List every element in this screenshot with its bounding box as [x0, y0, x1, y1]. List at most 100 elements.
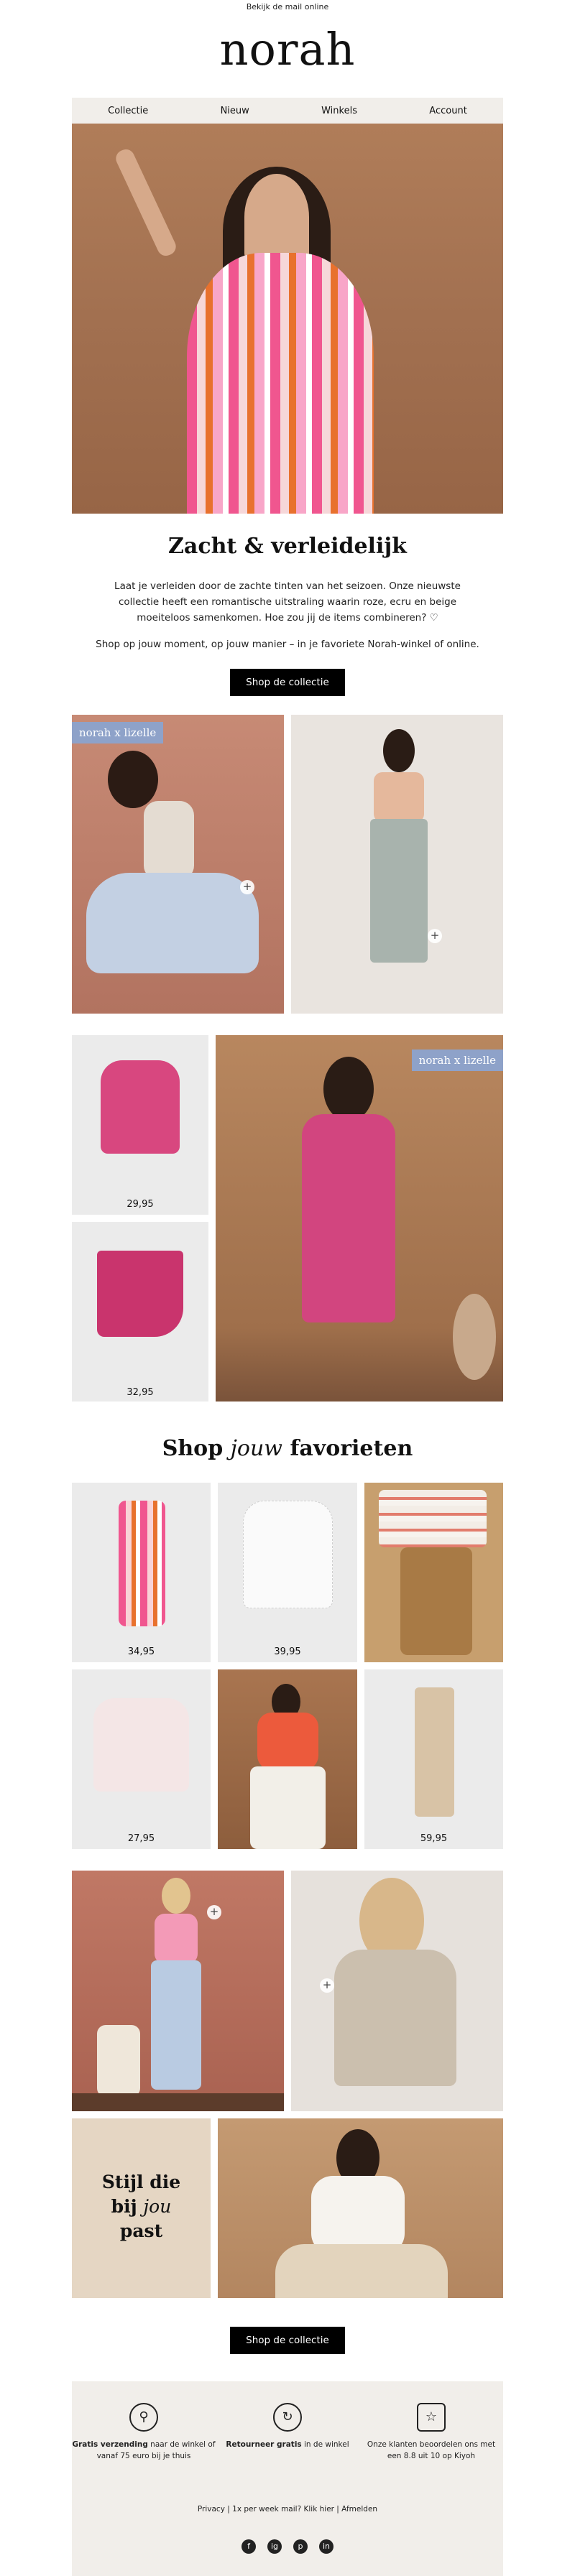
plus-icon[interactable]: + [428, 929, 442, 943]
product-price: 32,95 [126, 1387, 154, 1398]
model-top [374, 772, 424, 823]
model-lace-top [311, 2176, 405, 2255]
facebook-icon[interactable]: f [242, 2539, 256, 2554]
favorites-title-part: favorieten [282, 1436, 413, 1461]
model-hair [108, 751, 158, 808]
quote-tile: Stijl die bij jou past [72, 2118, 211, 2298]
hero-model-arm [113, 147, 179, 259]
instagram-icon[interactable]: ig [267, 2539, 282, 2554]
stool [400, 1547, 472, 1655]
linkedin-icon[interactable]: in [319, 2539, 334, 2554]
model-top [257, 1713, 318, 1770]
favorites-title: Shop jouw favorieten [0, 1436, 575, 1461]
return-arrows-icon: ↻ [273, 2403, 302, 2432]
usp-returns: ↻ Retourneer gratis in de winkel [216, 2403, 359, 2450]
nav-item-nieuw[interactable]: Nieuw [221, 106, 249, 116]
decor-vase [453, 1294, 496, 1380]
lifestyle-photo-pink-top[interactable]: + [72, 1871, 284, 2111]
usp-reviews: ☆ Onze klanten beoordelen ons met een 8.… [359, 2403, 503, 2462]
usp-text: in de winkel [301, 2440, 349, 2449]
usp-label: Gratis verzending [72, 2440, 148, 2449]
quote-emphasis: jou [143, 2196, 172, 2217]
product-card-dress[interactable]: 34,95 [72, 1483, 211, 1662]
model-trousers [275, 2244, 448, 2298]
usp-label: Retourneer gratis [226, 2440, 302, 2449]
hero-model-face [244, 174, 309, 260]
photo-row-2: + + [72, 1871, 503, 2111]
nav-item-collectie[interactable]: Collectie [108, 106, 148, 116]
nav-item-account[interactable]: Account [429, 106, 467, 116]
model-blouse [334, 1950, 456, 2086]
hero-image[interactable] [72, 124, 503, 514]
product-card-blouse[interactable]: 29,95 [72, 1035, 208, 1215]
usp-text: Onze klanten beoordelen ons met een 8.8 … [367, 2440, 496, 2460]
model-jeans [151, 1960, 201, 2090]
model-trousers [250, 1766, 326, 1849]
lizelle-photo-seated[interactable]: norah x lizelle + [72, 715, 284, 1014]
usp-shipping: ⚲ Gratis verzending naar de winkel of va… [72, 2403, 216, 2462]
quote-text: Stijl die bij jou past [72, 2170, 211, 2243]
quote-line: bij jou [72, 2195, 211, 2219]
star-badge-icon: ☆ [417, 2403, 446, 2432]
collab-badge: norah x lizelle [72, 722, 164, 743]
lifestyle-photo-model[interactable] [218, 1669, 357, 1849]
product-price: 39,95 [274, 1646, 301, 1657]
model-hair [323, 1057, 374, 1121]
collab-badge: norah x lizelle [411, 1050, 503, 1071]
product-price: 29,95 [126, 1199, 154, 1210]
lifestyle-photo-lace[interactable] [218, 2118, 503, 2298]
plus-icon[interactable]: + [240, 880, 254, 894]
footer-links[interactable]: Privacy | 1x per week mail? Klik hier | … [72, 2505, 503, 2514]
lifestyle-photo-towels[interactable] [364, 1483, 503, 1662]
lizelle-photo-standing[interactable]: + [291, 715, 503, 1014]
intro-subtext: Shop op jouw moment, op jouw manier – in… [96, 639, 479, 650]
product-card-cardigan[interactable]: 27,95 [72, 1669, 211, 1849]
product-image-skirt [97, 1251, 183, 1337]
footer: ⚲ Gratis verzending naar de winkel of va… [72, 2381, 503, 2576]
model-skirt [370, 819, 428, 963]
model-top [144, 801, 194, 880]
product-image-dress [119, 1501, 165, 1626]
main-nav: Collectie Nieuw Winkels Account [72, 98, 503, 124]
model-top [155, 1914, 198, 1964]
lizelle-photo-dress[interactable]: norah x lizelle [216, 1035, 503, 1401]
product-image-trousers [415, 1687, 454, 1817]
product-price: 59,95 [420, 1833, 448, 1844]
model-hair [383, 729, 415, 772]
product-card-skirt[interactable]: 32,95 [72, 1222, 208, 1401]
pinterest-icon[interactable]: p [293, 2539, 308, 2554]
quote-line: Stijl die [101, 2172, 181, 2192]
hero-model-dress [187, 253, 374, 514]
floor [72, 2093, 284, 2111]
plus-icon[interactable]: + [320, 1978, 334, 1993]
shop-collection-button-2[interactable]: Shop de collectie [230, 2327, 345, 2354]
quote-word: bij [111, 2196, 144, 2217]
plus-icon[interactable]: + [207, 1905, 221, 1919]
product-image-cardigan [93, 1698, 189, 1792]
shop-collection-button[interactable]: Shop de collectie [230, 669, 345, 696]
nav-item-winkels[interactable]: Winkels [321, 106, 357, 116]
towel-stack [379, 1490, 487, 1547]
product-price: 27,95 [127, 1833, 155, 1844]
decor-stool [97, 2025, 140, 2097]
product-card-trousers[interactable]: 59,95 [364, 1669, 503, 1849]
quote-row: Stijl die bij jou past [72, 2118, 503, 2298]
product-card-lace-blouse[interactable]: 39,95 [218, 1483, 357, 1662]
social-links: f ig p in [72, 2539, 503, 2554]
photo-row-1: norah x lizelle + + [72, 715, 503, 1014]
view-online-link[interactable]: Bekijk de mail online [0, 0, 575, 14]
intro-text: Laat je verleiden door de zachte tinten … [114, 580, 461, 624]
favorites-grid: 34,95 39,95 27,95 59,95 [72, 1483, 503, 1849]
scooter-icon: ⚲ [129, 2403, 158, 2432]
lifestyle-photo-blouse[interactable]: + [291, 1871, 503, 2111]
brand-logo[interactable]: norah [0, 14, 575, 98]
product-image-blouse [101, 1060, 180, 1154]
model-hair [162, 1878, 190, 1914]
model-dress [302, 1114, 395, 1322]
product-price: 34,95 [127, 1646, 155, 1657]
product-row: 29,95 32,95 norah x lizelle [72, 1035, 503, 1401]
quote-line: past [119, 2220, 163, 2241]
product-image-lace-blouse [243, 1501, 333, 1608]
model-trousers [86, 873, 259, 973]
favorites-title-emphasis: jouw [230, 1436, 282, 1461]
